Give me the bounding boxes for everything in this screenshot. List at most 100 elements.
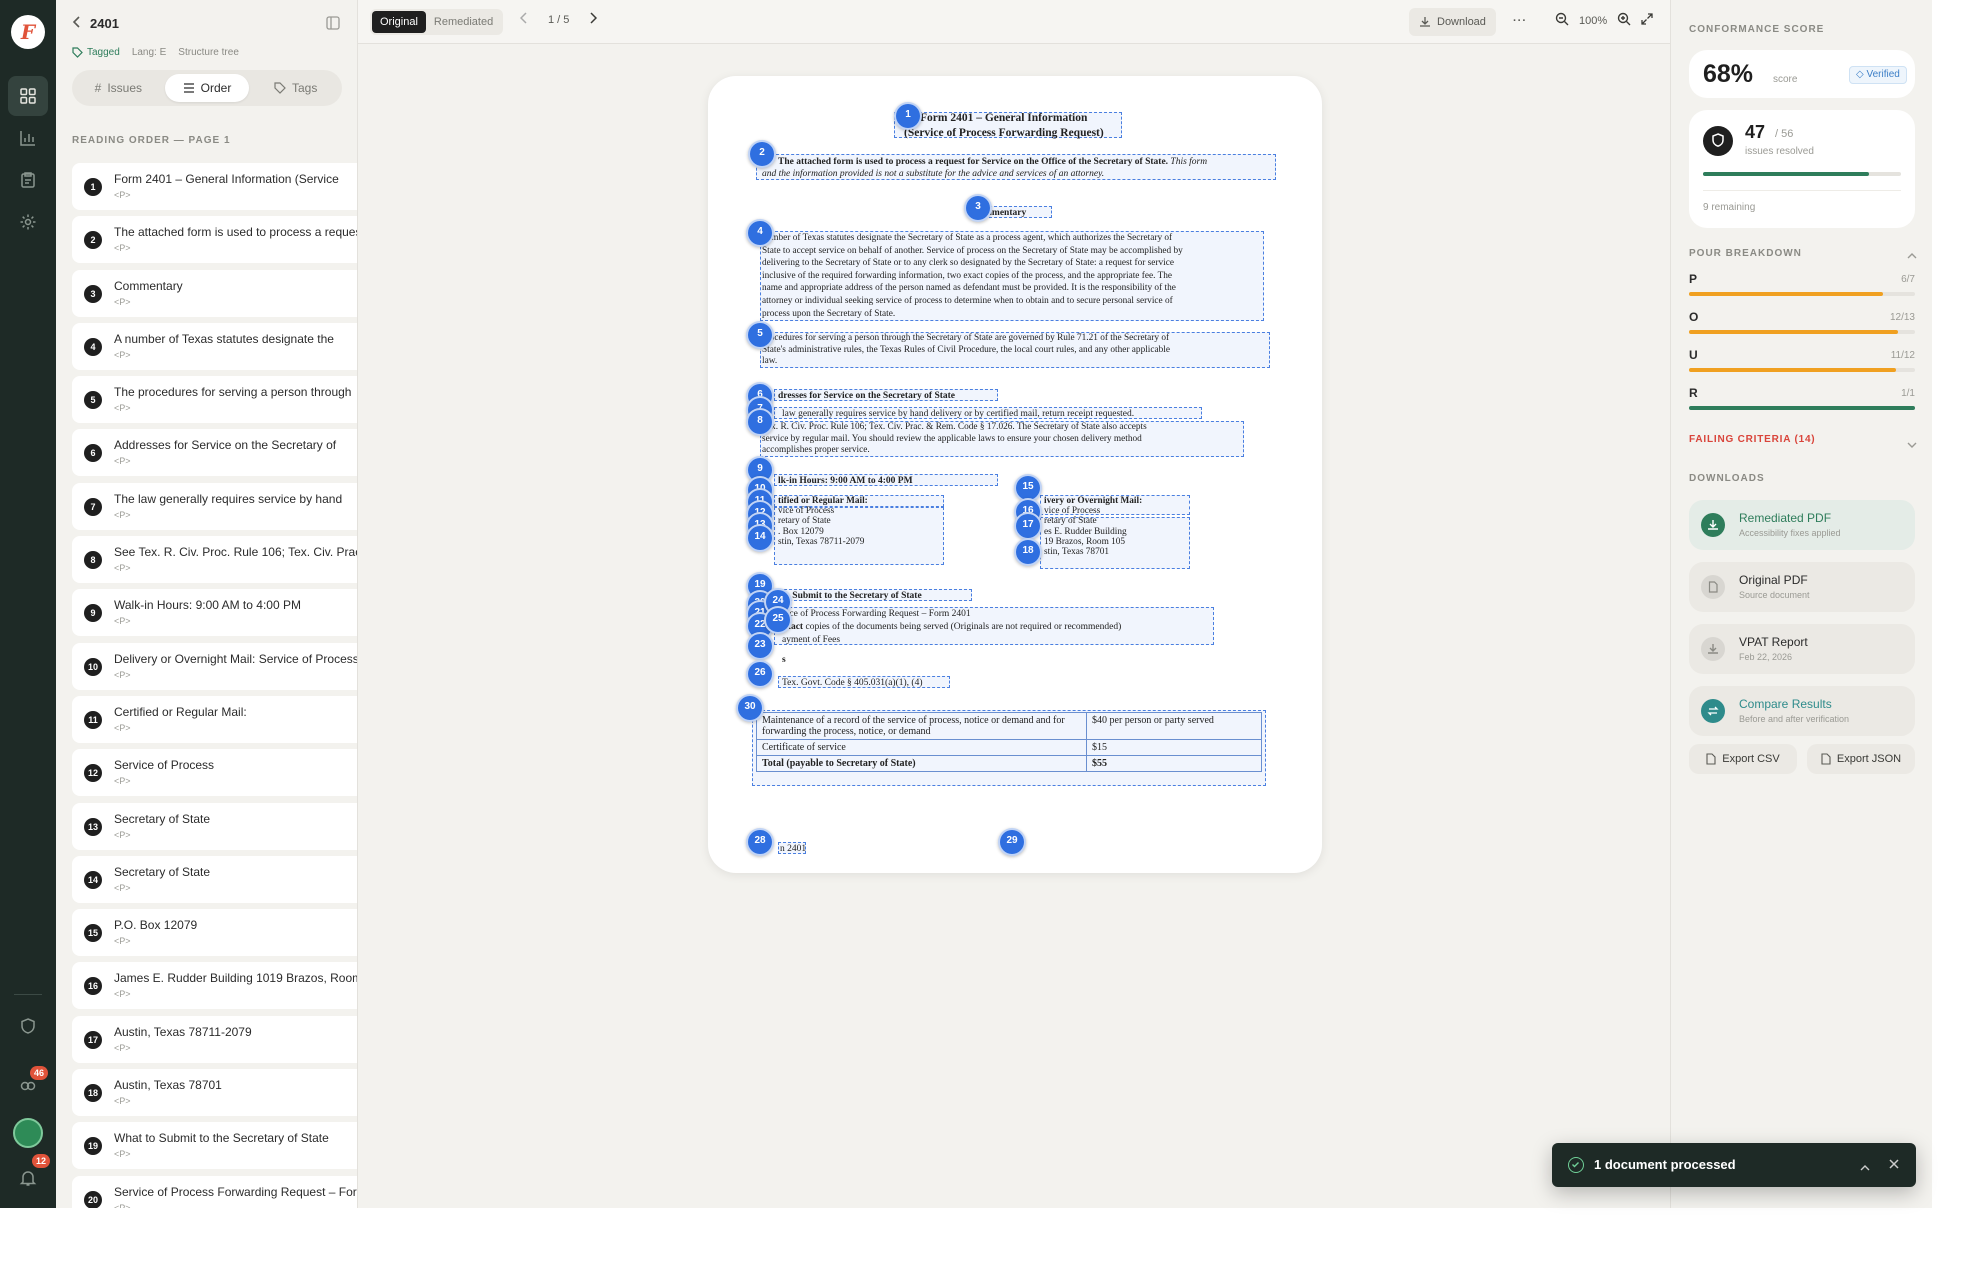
tag-order-marker[interactable]: 30 <box>736 694 764 722</box>
zoom-in-icon[interactable] <box>1617 12 1631 29</box>
structure-panel: 2401 Tagged Lang: E Structure tree # Issu… <box>56 0 358 1208</box>
pdf-text-line: service by regular mail. You should revi… <box>762 433 1142 444</box>
vpat-report-download[interactable]: VPAT Report Feb 22, 2026 <box>1689 624 1915 674</box>
tag-order-marker[interactable]: 28 <box>746 828 774 856</box>
download-icon <box>1701 513 1725 537</box>
dashboard-nav-button[interactable] <box>8 76 48 116</box>
reading-order-item[interactable]: 17 Austin, Texas 78711-2079 <P> <box>72 1013 357 1066</box>
reading-order-item[interactable]: 12 Service of Process <P> <box>72 746 357 799</box>
toast-message: 1 document processed <box>1594 1157 1736 1172</box>
bell-icon <box>19 1171 37 1186</box>
tab-tags[interactable]: Tags <box>253 74 338 102</box>
fullscreen-icon[interactable] <box>1641 13 1653 28</box>
reading-order-item[interactable]: 13 Secretary of State <P> <box>72 800 357 853</box>
reading-order-item[interactable]: 9 Walk-in Hours: 9:00 AM to 4:00 PM <P> <box>72 586 357 639</box>
compare-results-button[interactable]: Compare Results Before and after verific… <box>1689 686 1915 736</box>
reading-order-item[interactable]: 15 P.O. Box 12079 <P> <box>72 906 357 959</box>
reports-nav-button[interactable] <box>8 160 48 200</box>
reading-order-item[interactable]: 11 Certified or Regular Mail: <P> <box>72 693 357 746</box>
download-button[interactable]: Download <box>1409 8 1496 36</box>
reading-order-item[interactable]: 18 Austin, Texas 78701 <P> <box>72 1066 357 1119</box>
app-logo[interactable]: F <box>11 15 45 49</box>
export-json-button[interactable]: Export JSON <box>1807 744 1915 774</box>
reading-order-item[interactable]: 10 Delivery or Overnight Mail: Service of… <box>72 640 357 693</box>
analytics-nav-button[interactable] <box>8 118 48 158</box>
pdf-page: Form 2401 – General Information (Service… <box>708 76 1322 873</box>
swap-arrows-icon <box>1701 699 1725 723</box>
prev-page-chevron-icon[interactable] <box>519 12 528 27</box>
reading-order-item[interactable]: 2 The attached form is used to process a … <box>72 213 357 266</box>
table-row: Total (payable to Secretary of State) $55 <box>756 755 1262 772</box>
download-subtitle: Before and after verification <box>1739 714 1850 724</box>
tag-order-marker[interactable]: 26 <box>746 660 774 688</box>
order-item-text: The law generally requires service by ha… <box>114 491 343 506</box>
security-nav-button[interactable] <box>8 1006 48 1046</box>
tag-order-marker[interactable]: 3 <box>964 194 992 222</box>
original-toggle-button[interactable]: Original <box>372 11 426 33</box>
download-label: Download <box>1437 16 1486 28</box>
reading-order-item[interactable]: 20 Service of Process Forwarding Request … <box>72 1173 357 1208</box>
pdf-text-line: stin, Texas 78701 <box>1044 547 1110 558</box>
pdf-text-line: 19 Brazos, Room 105 <box>1044 536 1126 547</box>
tag-order-marker[interactable]: 23 <box>746 632 774 660</box>
structure-tree-link[interactable]: Structure tree <box>178 47 239 58</box>
tag-order-marker[interactable]: 29 <box>998 828 1026 856</box>
list-item-card <box>72 962 357 1010</box>
tag-order-marker[interactable]: 18 <box>1014 538 1042 566</box>
tag-order-marker[interactable]: 1 <box>894 102 922 130</box>
tag-order-marker[interactable]: 4 <box>746 219 774 247</box>
expand-chevron-icon[interactable] <box>1907 436 1917 454</box>
export-json-label: Export JSON <box>1836 753 1902 765</box>
tag-order-marker[interactable]: 8 <box>746 408 774 436</box>
pdf-text-line: inclusive of the required forwarding inf… <box>762 270 1173 281</box>
toast-close-icon[interactable] <box>1888 1157 1900 1175</box>
tab-order[interactable]: Order <box>164 74 250 102</box>
tag-order-marker[interactable]: 2 <box>748 140 776 168</box>
next-page-chevron-icon[interactable] <box>589 12 598 27</box>
reading-order-item[interactable]: 16 James E. Rudder Building 1019 Brazos, … <box>72 959 357 1012</box>
back-chevron-icon[interactable] <box>72 15 82 33</box>
more-options-icon[interactable]: ··· <box>1513 15 1527 27</box>
original-pdf-download[interactable]: Original PDF Source document <box>1689 562 1915 612</box>
reading-order-item[interactable]: 8 See Tex. R. Civ. Proc. Rule 106; Tex. C… <box>72 533 357 586</box>
order-item-tag: <P> <box>114 509 131 520</box>
tag-order-marker[interactable]: 25 <box>764 606 792 634</box>
tab-issues[interactable]: # Issues <box>76 74 161 102</box>
collapse-chevron-icon[interactable] <box>1907 247 1917 265</box>
grid-icon <box>20 88 36 104</box>
remediated-pdf-download[interactable]: Remediated PDF Accessibility fixes appli… <box>1689 500 1915 550</box>
reading-order-item[interactable]: 14 Secretary of State <P> <box>72 853 357 906</box>
tag-order-marker[interactable]: 5 <box>746 321 774 349</box>
export-csv-button[interactable]: Export CSV <box>1689 744 1797 774</box>
pour-value: 1/1 <box>1901 388 1915 399</box>
issues-card: 47 / 56 issues resolved 9 remaining <box>1689 110 1915 228</box>
toast-collapse-chevron-icon[interactable] <box>1860 1159 1870 1177</box>
file-icon <box>1706 753 1716 765</box>
reading-order-item[interactable]: 3 Commentary <P> <box>72 267 357 320</box>
reading-order-item[interactable]: 19 What to Submit to the Secretary of Sta… <box>72 1119 357 1172</box>
remediated-toggle-button[interactable]: Remediated <box>426 11 501 33</box>
pdf-text-line: Tex. R. Civ. Proc. Rule 106; Tex. Civ. P… <box>762 422 1147 432</box>
tag-order-marker[interactable]: 14 <box>746 524 774 552</box>
failing-criteria-toggle[interactable]: FAILING CRITERIA (14) <box>1689 434 1815 445</box>
pdf-text-line: vice of Process <box>778 506 835 517</box>
issues-progress-fill <box>1703 172 1870 176</box>
reading-order-item[interactable]: 7 The law generally requires service by h… <box>72 480 357 533</box>
sidebar-toggle-icon[interactable] <box>326 16 340 35</box>
conformance-heading: CONFORMANCE SCORE <box>1689 24 1825 35</box>
pour-progress-bar <box>1689 292 1915 296</box>
reading-order-item[interactable]: 1 Form 2401 – General Information (Servic… <box>72 160 357 213</box>
downloads-heading: DOWNLOADS <box>1689 473 1765 484</box>
tag-order-marker[interactable]: 17 <box>1014 512 1042 540</box>
user-avatar[interactable] <box>13 1118 43 1148</box>
download-icon <box>1701 637 1725 661</box>
reading-order-heading: READING ORDER — PAGE 1 <box>72 135 231 146</box>
reading-order-item[interactable]: 4 A number of Texas statutes designate th… <box>72 320 357 373</box>
settings-nav-button[interactable] <box>8 202 48 242</box>
viewer-actions: ··· 100% <box>1513 12 1653 29</box>
reading-order-item[interactable]: 5 The procedures for serving a person thr… <box>72 373 357 426</box>
reading-order-item[interactable]: 6 Addresses for Service on the Secretary … <box>72 426 357 479</box>
order-item-tag: <P> <box>114 722 131 733</box>
table-cell: Certificate of service <box>756 739 1087 756</box>
zoom-out-icon[interactable] <box>1555 12 1569 29</box>
